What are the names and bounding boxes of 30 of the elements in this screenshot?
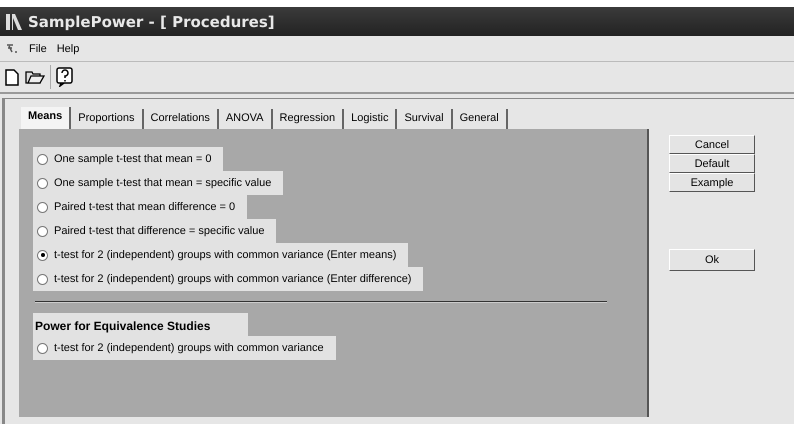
option-label: One sample t-test that mean = 0 xyxy=(54,153,212,165)
option-label: t-test for 2 (independent) groups with common variance xyxy=(54,342,324,354)
ok-button[interactable]: Ok xyxy=(669,249,755,271)
dialog-button[interactable]: Default xyxy=(669,154,755,173)
option-label: Paired t-test that mean difference = 0 xyxy=(54,201,236,213)
help-icon[interactable] xyxy=(56,67,74,87)
section-heading: Power for Equivalence Studies xyxy=(33,313,248,336)
option-label: Paired t-test that difference = specific value xyxy=(54,225,264,237)
radio-button[interactable] xyxy=(37,250,48,260)
radio-button[interactable] xyxy=(37,154,48,164)
open-folder-icon[interactable] xyxy=(25,69,45,85)
dialog-button[interactable]: Cancel xyxy=(669,135,755,154)
tab[interactable]: Means xyxy=(21,107,72,129)
radio-button[interactable] xyxy=(37,274,48,284)
radio-button[interactable] xyxy=(37,226,48,236)
window-title: SamplePower - [ Procedures] xyxy=(28,12,275,30)
tab[interactable]: General xyxy=(452,109,508,129)
tab[interactable]: Correlations xyxy=(144,109,219,129)
new-file-icon[interactable] xyxy=(5,68,19,86)
dialog-button[interactable]: Example xyxy=(669,173,755,192)
radio-button[interactable] xyxy=(37,178,48,188)
option-label: t-test for 2 (independent) groups with common variance (Enter means) xyxy=(54,249,396,261)
tab[interactable]: Regression xyxy=(272,109,344,129)
radio-button[interactable] xyxy=(37,202,48,212)
app-logo-icon xyxy=(4,12,24,32)
menu-item[interactable]: File xyxy=(28,42,48,56)
option-label: t-test for 2 (independent) groups with common variance (Enter difference) xyxy=(54,273,412,285)
option-label: One sample t-test that mean = specific value xyxy=(54,177,272,189)
radio-button[interactable] xyxy=(37,342,48,354)
menu-item[interactable]: Help xyxy=(56,42,80,56)
